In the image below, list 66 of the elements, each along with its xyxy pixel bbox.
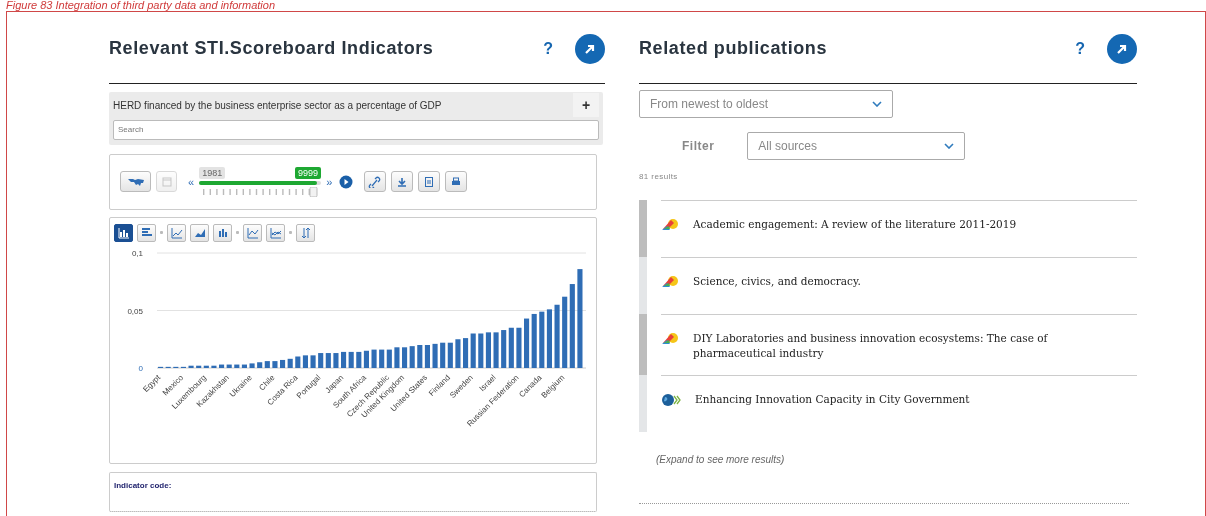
- document-button[interactable]: [418, 171, 441, 192]
- fan-icon: [661, 274, 679, 290]
- panel-title: Related publications: [639, 38, 829, 59]
- axis-label: 0: [138, 363, 143, 373]
- bar: [455, 338, 461, 368]
- chart-type-button[interactable]: [213, 223, 232, 242]
- bar: [211, 365, 217, 368]
- publication-link[interactable]: DIY Laboratories and business innovation ecosystems: The case of pharmaceutical industry: [693, 331, 1073, 361]
- globe-icon: [661, 392, 681, 408]
- help-link[interactable]: ?: [543, 39, 553, 58]
- sort-chart-icon: [299, 226, 312, 239]
- play-icon[interactable]: [339, 174, 354, 189]
- search-field[interactable]: Search: [113, 119, 599, 140]
- chart-type-button[interactable]: [296, 223, 315, 242]
- next-button[interactable]: »: [326, 175, 333, 188]
- source-select[interactable]: All sources: [747, 132, 966, 160]
- expand-button[interactable]: +: [573, 93, 599, 117]
- chart-type-button[interactable]: [114, 223, 133, 242]
- print-button[interactable]: [445, 171, 468, 192]
- chevron-icon: [872, 101, 882, 107]
- bar: [371, 349, 377, 368]
- column-chart-icon: [117, 226, 130, 239]
- stacked-chart-icon: [216, 226, 229, 239]
- multi-line-chart-icon: [269, 226, 282, 239]
- sort-select[interactable]: From newest to oldest: [639, 90, 893, 118]
- result-count: 81 results: [639, 172, 679, 181]
- indicator-code-label: Indicator code:: [109, 471, 597, 512]
- download-button[interactable]: [391, 171, 414, 192]
- bar: [493, 331, 499, 368]
- fan-icon: [661, 331, 679, 347]
- map-button[interactable]: [120, 171, 151, 192]
- open-button[interactable]: [1107, 33, 1137, 64]
- expand-hint: (Expand to see more results): [656, 454, 786, 465]
- link-button[interactable]: [364, 171, 387, 192]
- end-year-label: 9999: [295, 166, 322, 179]
- bar: [333, 352, 339, 368]
- bar: [249, 362, 255, 368]
- bar: [516, 327, 522, 368]
- bar: [188, 365, 194, 368]
- publication-link[interactable]: Enhancing Innovation Capacity in City Government: [695, 392, 1075, 407]
- previous-button[interactable]: «: [188, 175, 195, 188]
- bar: [554, 304, 560, 368]
- bar: [272, 360, 278, 368]
- line-points-chart-icon: [246, 226, 259, 239]
- chart-type-button[interactable]: [137, 223, 156, 242]
- start-year-label: 1981: [199, 166, 226, 179]
- bar: [310, 354, 316, 368]
- indicator-name: HERD financed by the business enterprise sector as a percentage of GDP: [113, 99, 443, 111]
- axis-label: 0,1: [131, 248, 143, 258]
- publication-link[interactable]: Science, civics, and democracy.: [693, 274, 1073, 289]
- chart-type-button[interactable]: [266, 223, 285, 242]
- chevron-icon: [944, 143, 955, 149]
- help-link[interactable]: ?: [1075, 39, 1085, 58]
- bar-chart-icon: [140, 226, 153, 239]
- figure-caption: Figure 83 Integration of third party data and information: [5, 0, 277, 11]
- panel-title: Relevant STI.Scoreboard Indicators: [109, 38, 435, 59]
- bar: [432, 343, 438, 368]
- axis-label: 0,05: [127, 306, 143, 315]
- chart-type-button[interactable]: [167, 223, 186, 242]
- publication-link[interactable]: Academic engagement: A review of the literature 2011-2019: [693, 217, 1073, 232]
- fan-icon: [661, 217, 679, 233]
- line-chart-icon: [170, 226, 183, 239]
- open-button[interactable]: [575, 33, 605, 64]
- filter-label: Filter: [682, 139, 715, 153]
- bar: [394, 346, 400, 368]
- chart-type-button[interactable]: [190, 223, 209, 242]
